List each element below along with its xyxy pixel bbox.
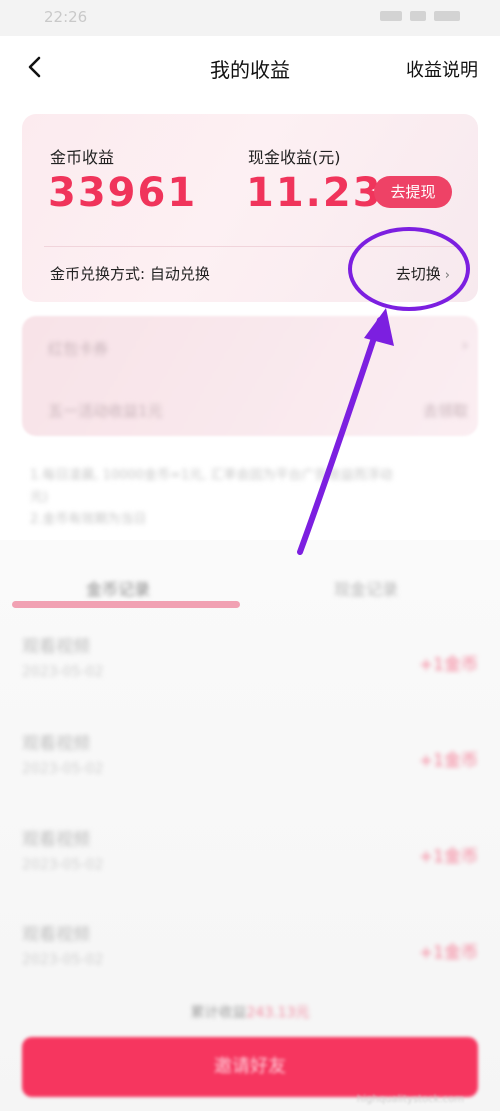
rule-note: 2.金币有效期为当日 — [30, 512, 147, 527]
record-date: 2023-05-02 — [22, 952, 104, 968]
record-value: +1金币 — [418, 847, 478, 867]
exchange-mode-text: 金币兑换方式: 自动兑换 — [50, 265, 210, 283]
record-title: 观看视频 — [22, 925, 90, 945]
active-tab-indicator — [12, 601, 240, 608]
summary-amount: 243.13元 — [246, 1005, 310, 1021]
cash-earnings-value: 11.23 — [246, 170, 383, 216]
record-value: +1金币 — [418, 751, 478, 771]
status-time: 22:26 — [44, 8, 88, 26]
chevron-right-icon: › — [462, 336, 468, 354]
record-date: 2023-05-02 — [22, 857, 104, 873]
annotation-circle — [348, 227, 470, 311]
cumulative-earnings: 累计收益243.13元 — [0, 1002, 500, 1022]
watermark: highqualitystock.com — [356, 1094, 464, 1105]
promo-row-label: 红包卡券 — [48, 340, 109, 358]
rule-note: 元) — [30, 490, 49, 505]
tab-cash-records[interactable]: 现金记录 — [334, 576, 398, 600]
record-date: 2023-05-02 — [22, 664, 104, 680]
tab-coin-records[interactable]: 金币记录 — [86, 576, 150, 600]
coin-earnings-value: 33961 — [48, 170, 198, 216]
summary-prefix: 累计收益 — [190, 1005, 247, 1021]
status-icons — [380, 9, 460, 23]
promo-row-action[interactable]: 去领取 — [423, 400, 468, 421]
coin-earnings-label: 金币收益 — [50, 148, 115, 167]
top-nav-bar: 我的收益 收益说明 — [0, 36, 500, 98]
earnings-explanation-link[interactable]: 收益说明 — [406, 56, 478, 82]
withdraw-button[interactable]: 去提现 — [374, 176, 452, 208]
record-date: 2023-05-02 — [22, 761, 104, 777]
signal-icon — [380, 11, 402, 21]
record-value: +1金币 — [418, 943, 478, 963]
record-title: 观看视频 — [22, 830, 90, 850]
promo-row-label-2: 五一活动收益1元 — [48, 402, 163, 420]
record-value: +1金币 — [418, 655, 478, 675]
rule-note: 1.每日凌晨, 10000金币=1元, 汇率会因为平台广告收益而浮动 — [30, 468, 393, 483]
status-bar: 22:26 — [0, 0, 500, 36]
wifi-icon — [410, 11, 426, 21]
record-title: 观看视频 — [22, 734, 90, 754]
cash-earnings-label: 现金收益(元) — [248, 148, 341, 167]
battery-icon — [434, 11, 460, 21]
record-title: 观看视频 — [22, 637, 90, 657]
invite-friends-button[interactable]: 邀请好友 — [22, 1037, 478, 1097]
